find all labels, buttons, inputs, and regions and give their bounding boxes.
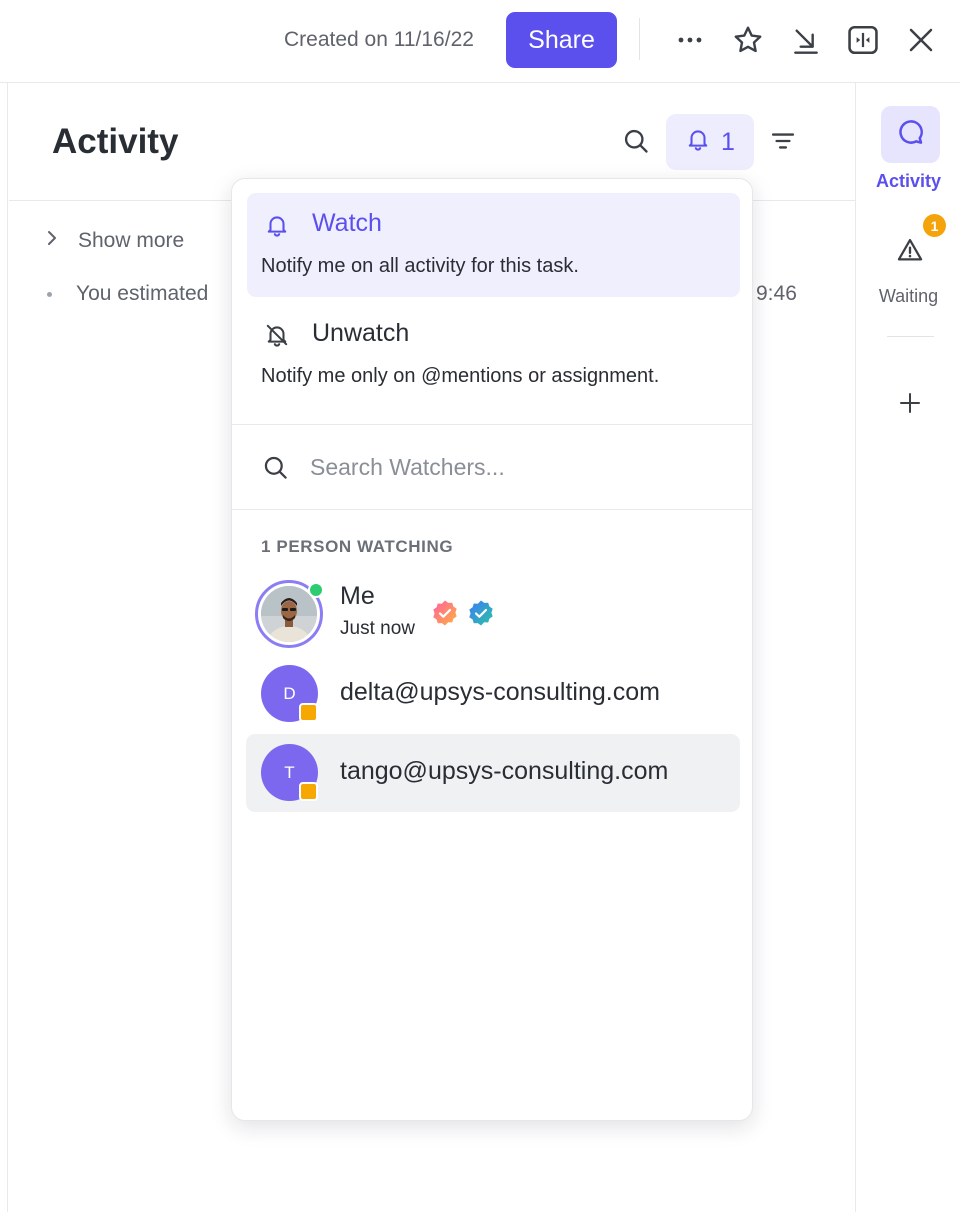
filter-icon[interactable]	[767, 125, 799, 157]
search-icon	[261, 453, 289, 481]
rail-activity-button[interactable]	[881, 106, 940, 163]
activity-time: 9:46	[756, 282, 797, 305]
watcher-item-me[interactable]: Me Just now	[246, 576, 740, 654]
waiting-badge: 1	[923, 214, 946, 237]
right-rail: Activity 1 Waiting	[855, 83, 960, 1212]
unwatch-title: Unwatch	[312, 319, 410, 347]
watch-option[interactable]: Watch Notify me on all activity for this…	[247, 193, 740, 297]
chevron-right-icon	[44, 228, 60, 254]
verified-badge-icon	[467, 599, 495, 627]
warning-icon[interactable]	[893, 233, 927, 267]
more-icon[interactable]	[671, 21, 709, 59]
watcher-item-tango[interactable]: T tango@upsys-consulting.com	[246, 734, 740, 812]
rail-divider	[887, 336, 934, 337]
unwatch-description: Notify me only on @mentions or assignmen…	[261, 365, 660, 387]
watcher-item-delta[interactable]: D delta@upsys-consulting.com	[246, 655, 740, 733]
minimize-icon[interactable]	[787, 21, 825, 59]
show-more-label: Show more	[78, 229, 185, 252]
watcher-email: tango@upsys-consulting.com	[340, 757, 669, 785]
bell-icon	[685, 126, 711, 159]
star-icon[interactable]	[729, 21, 767, 59]
search-watchers-input[interactable]	[310, 447, 730, 487]
rail-waiting-label[interactable]: Waiting	[856, 286, 960, 307]
search-icon[interactable]	[620, 125, 652, 157]
guest-badge	[299, 703, 318, 722]
bullet-dot	[47, 291, 52, 297]
guest-badge	[299, 782, 318, 801]
dock-icon[interactable]	[844, 21, 882, 59]
left-panel-edge	[0, 83, 8, 1212]
verified-badge-icon	[431, 599, 459, 627]
watchers-button[interactable]: 1	[666, 114, 754, 170]
top-bar: Created on 11/16/22 Share	[0, 0, 960, 83]
divider	[232, 424, 752, 425]
rail-activity-label: Activity	[875, 171, 942, 191]
comment-icon	[896, 117, 926, 152]
plus-icon[interactable]	[895, 388, 925, 418]
watcher-name: Me	[340, 582, 375, 610]
activity-item: You estimated	[44, 282, 208, 306]
watching-count-header: 1 PERSON WATCHING	[261, 537, 454, 556]
watch-description: Notify me on all activity for this task.	[261, 255, 579, 277]
show-more-button[interactable]: Show more	[44, 228, 184, 254]
close-icon[interactable]	[902, 21, 940, 59]
activity-text: You estimated	[76, 282, 209, 305]
watch-title: Watch	[312, 209, 382, 237]
page-title: Activity	[52, 122, 179, 161]
bell-off-icon	[263, 321, 291, 349]
watcher-email: delta@upsys-consulting.com	[340, 678, 660, 706]
watcher-subtitle: Just now	[340, 618, 415, 639]
share-button[interactable]: Share	[506, 12, 617, 68]
toolbar-divider	[639, 18, 640, 60]
watchers-dropdown: Watch Notify me on all activity for this…	[231, 178, 753, 1121]
unwatch-option[interactable]: Unwatch Notify me only on @mentions or a…	[247, 303, 740, 407]
divider	[232, 509, 752, 510]
created-date: Created on 11/16/22	[284, 28, 474, 51]
bell-icon	[263, 211, 291, 239]
online-status-dot	[308, 582, 324, 598]
watcher-count: 1	[721, 127, 735, 156]
